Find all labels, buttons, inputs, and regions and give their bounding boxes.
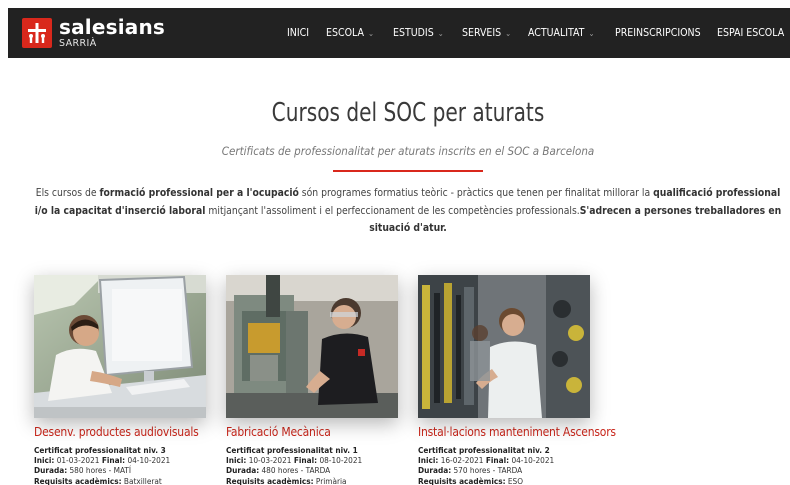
label-inici: Inici: <box>418 455 439 466</box>
duration-value: 480 hores - TARDA <box>261 465 331 476</box>
label-inici: Inici: <box>34 455 55 466</box>
requirements-value: Batxillerat <box>123 475 162 485</box>
course-dates: Inici: 10-03-2021 Final: 08-10-2021 <box>226 455 398 465</box>
intro-text: mitjançant l'assoliment i el perfecciona… <box>205 204 580 217</box>
menu-item-espai-escola[interactable]: ESPAI ESCOLA <box>717 8 784 58</box>
label-durada: Durada: <box>226 465 260 476</box>
menu-item-actualitat[interactable]: ACTUALITAT ⌄ <box>528 8 594 58</box>
course-image-ascensors[interactable] <box>418 275 590 418</box>
course-details: Certificat professionalitat niv. 3 Inici… <box>34 445 206 485</box>
start-date: 10-03-2021 <box>248 455 292 466</box>
label-requisits: Requisits acadèmics: <box>418 475 506 485</box>
course-requirements: Requisits acadèmics: Batxillerat <box>34 476 206 485</box>
course-certificate: Certificat professionalitat niv. 3 <box>34 445 206 455</box>
course-title[interactable]: Instal·lacions manteniment Ascensors <box>418 425 616 439</box>
course-certificate: Certificat professionalitat niv. 2 <box>418 445 590 455</box>
chevron-down-icon: ⌄ <box>367 29 374 38</box>
course-title[interactable]: Desenv. productes audiovisuals <box>34 425 206 439</box>
menu-item-label: PREINSCRIPCIONS <box>615 27 701 39</box>
course-image-fabricacio[interactable] <box>226 275 398 418</box>
course-dates: Inici: 16-02-2021 Final: 04-10-2021 <box>418 455 590 465</box>
course-details: Certificat professionalitat niv. 2 Inici… <box>418 445 590 485</box>
menu-item-serveis[interactable]: SERVEIS ⌄ <box>462 8 511 58</box>
course-requirements: Requisits acadèmics: Primària <box>226 476 398 485</box>
course-card-audiovisuals[interactable]: Desenv. productes audiovisuals Certifica… <box>34 275 206 485</box>
label-durada: Durada: <box>34 465 68 476</box>
menu-item-inici[interactable]: INICI <box>287 8 309 58</box>
chevron-down-icon: ⌄ <box>437 29 444 38</box>
requirements-value: ESO <box>507 475 524 485</box>
label-inici: Inici: <box>226 455 247 466</box>
menu-item-estudis[interactable]: ESTUDIS ⌄ <box>393 8 444 58</box>
top-navigation-bar: salesians SARRIÀ INICI ESCOLA ⌄ ESTUDIS ⌄ … <box>8 8 790 58</box>
menu-item-label: ACTUALITAT <box>528 27 585 39</box>
course-card-ascensors[interactable]: Instal·lacions manteniment Ascensors Cer… <box>418 275 616 485</box>
label-final: Final: <box>293 455 318 466</box>
chevron-down-icon: ⌄ <box>588 29 595 38</box>
course-duration: Durada: 570 hores - TARDA <box>418 465 590 475</box>
course-details: Certificat professionalitat niv. 1 Inici… <box>226 445 398 485</box>
duration-value: 570 hores - TARDA <box>453 465 523 476</box>
course-certificate: Certificat professionalitat niv. 1 <box>226 445 398 455</box>
intro-bold: formació professional per a l'ocupació <box>99 187 299 199</box>
certificate-level: Certificat professionalitat niv. 2 <box>418 445 550 455</box>
label-durada: Durada: <box>418 465 452 476</box>
label-requisits: Requisits acadèmics: <box>226 475 314 485</box>
chevron-down-icon: ⌄ <box>505 29 512 38</box>
course-dates: Inici: 01-03-2021 Final: 04-10-2021 <box>34 455 206 465</box>
title-divider <box>333 170 483 172</box>
menu-item-label: ESPAI ESCOLA <box>717 27 785 39</box>
requirements-value: Primària <box>315 475 347 485</box>
label-final: Final: <box>485 455 510 466</box>
course-image-audiovisuals[interactable] <box>34 275 206 418</box>
menu-item-label: ESTUDIS <box>393 27 434 39</box>
end-date: 04-10-2021 <box>511 455 555 466</box>
course-card-fabricacio[interactable]: Fabricació Mecànica Certificat professio… <box>226 275 398 485</box>
intro-text: són programes formatius teòric - pràctic… <box>298 187 654 199</box>
page-title: Cursos del SOC per aturats <box>271 98 545 128</box>
duration-value: 580 hores - MATÍ <box>69 465 132 476</box>
menu-item-label: INICI <box>287 27 310 39</box>
course-requirements: Requisits acadèmics: ESO <box>418 476 590 485</box>
certificate-level: Certificat professionalitat niv. 1 <box>226 445 358 455</box>
start-date: 16-02-2021 <box>440 455 484 466</box>
main-menu: INICI ESCOLA ⌄ ESTUDIS ⌄ SERVEIS ⌄ ACTUALIT… <box>8 8 790 58</box>
certificate-level: Certificat professionalitat niv. 3 <box>34 445 166 455</box>
intro-paragraph: Els cursos de formació professional per … <box>28 185 788 238</box>
course-duration: Durada: 580 hores - MATÍ <box>34 465 206 475</box>
menu-item-label: SERVEIS <box>462 27 502 39</box>
label-requisits: Requisits acadèmics: <box>34 475 122 485</box>
course-duration: Durada: 480 hores - TARDA <box>226 465 398 475</box>
intro-text: Els cursos de <box>35 187 100 199</box>
label-final: Final: <box>101 455 126 466</box>
course-title[interactable]: Fabricació Mecànica <box>226 425 398 439</box>
menu-item-preinscripcions[interactable]: PREINSCRIPCIONS <box>615 8 701 58</box>
page-subtitle: Certificats de professionalitat per atur… <box>221 144 595 158</box>
end-date: 04-10-2021 <box>127 455 171 466</box>
end-date: 08-10-2021 <box>319 455 363 466</box>
start-date: 01-03-2021 <box>56 455 100 466</box>
menu-item-escola[interactable]: ESCOLA ⌄ <box>326 8 374 58</box>
menu-item-label: ESCOLA <box>326 27 364 39</box>
